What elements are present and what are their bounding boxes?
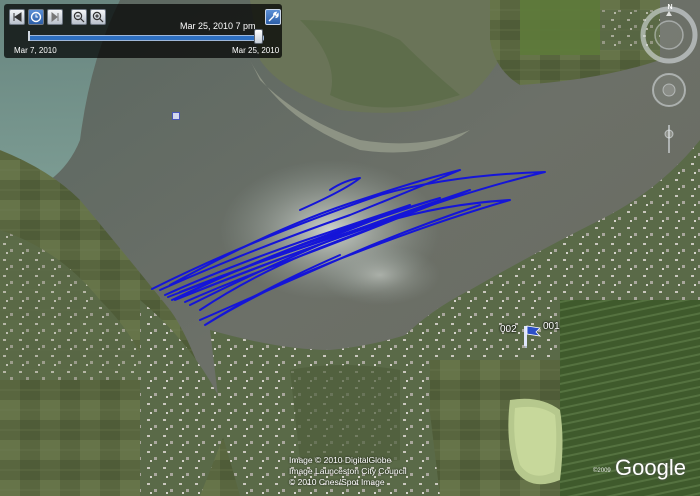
time-slider-track[interactable] [28, 35, 264, 41]
zoom-out-icon[interactable] [71, 9, 87, 25]
start-date-label: Mar 7, 2010 [14, 46, 57, 55]
wrench-icon[interactable] [265, 9, 281, 25]
google-logo: Google [615, 455, 686, 480]
copyright-year: ©2009 [593, 468, 611, 474]
north-indicator[interactable]: N [666, 4, 674, 12]
imagery-credit: Image © 2010 DigitalGlobe [289, 455, 392, 465]
satellite-map[interactable]: Mar 25, 2010 7 pm Mar 7, 2010 Mar 25, 20… [0, 0, 700, 496]
move-joystick[interactable] [652, 73, 686, 107]
look-ring[interactable] [640, 6, 698, 64]
imagery-credit: © 2010 Cnes/Spot Image [289, 477, 385, 487]
step-icon[interactable] [47, 9, 63, 25]
clock-icon[interactable] [28, 9, 44, 25]
imagery-credit: Image Launceston City Council [289, 466, 407, 476]
placemark-label-001[interactable]: 001 [543, 321, 560, 332]
end-date-label: Mar 25, 2010 [232, 46, 280, 55]
time-slider-panel: Mar 25, 2010 7 pm Mar 7, 2010 Mar 25, 20… [4, 4, 282, 58]
placemark-label-002[interactable]: 002 [500, 324, 517, 335]
navigation-controls: N [640, 3, 698, 153]
flag-icon[interactable] [522, 322, 542, 348]
current-date-label: Mar 25, 2010 7 pm [180, 21, 256, 31]
map-imagery [0, 0, 700, 496]
time-slider-thumb[interactable] [254, 29, 263, 44]
skip-back-icon[interactable] [9, 9, 25, 25]
placemark-square-icon[interactable] [172, 112, 180, 120]
zoom-in-icon[interactable] [90, 9, 106, 25]
zoom-slider[interactable] [664, 125, 674, 153]
slider-start-handle[interactable] [28, 31, 30, 41]
